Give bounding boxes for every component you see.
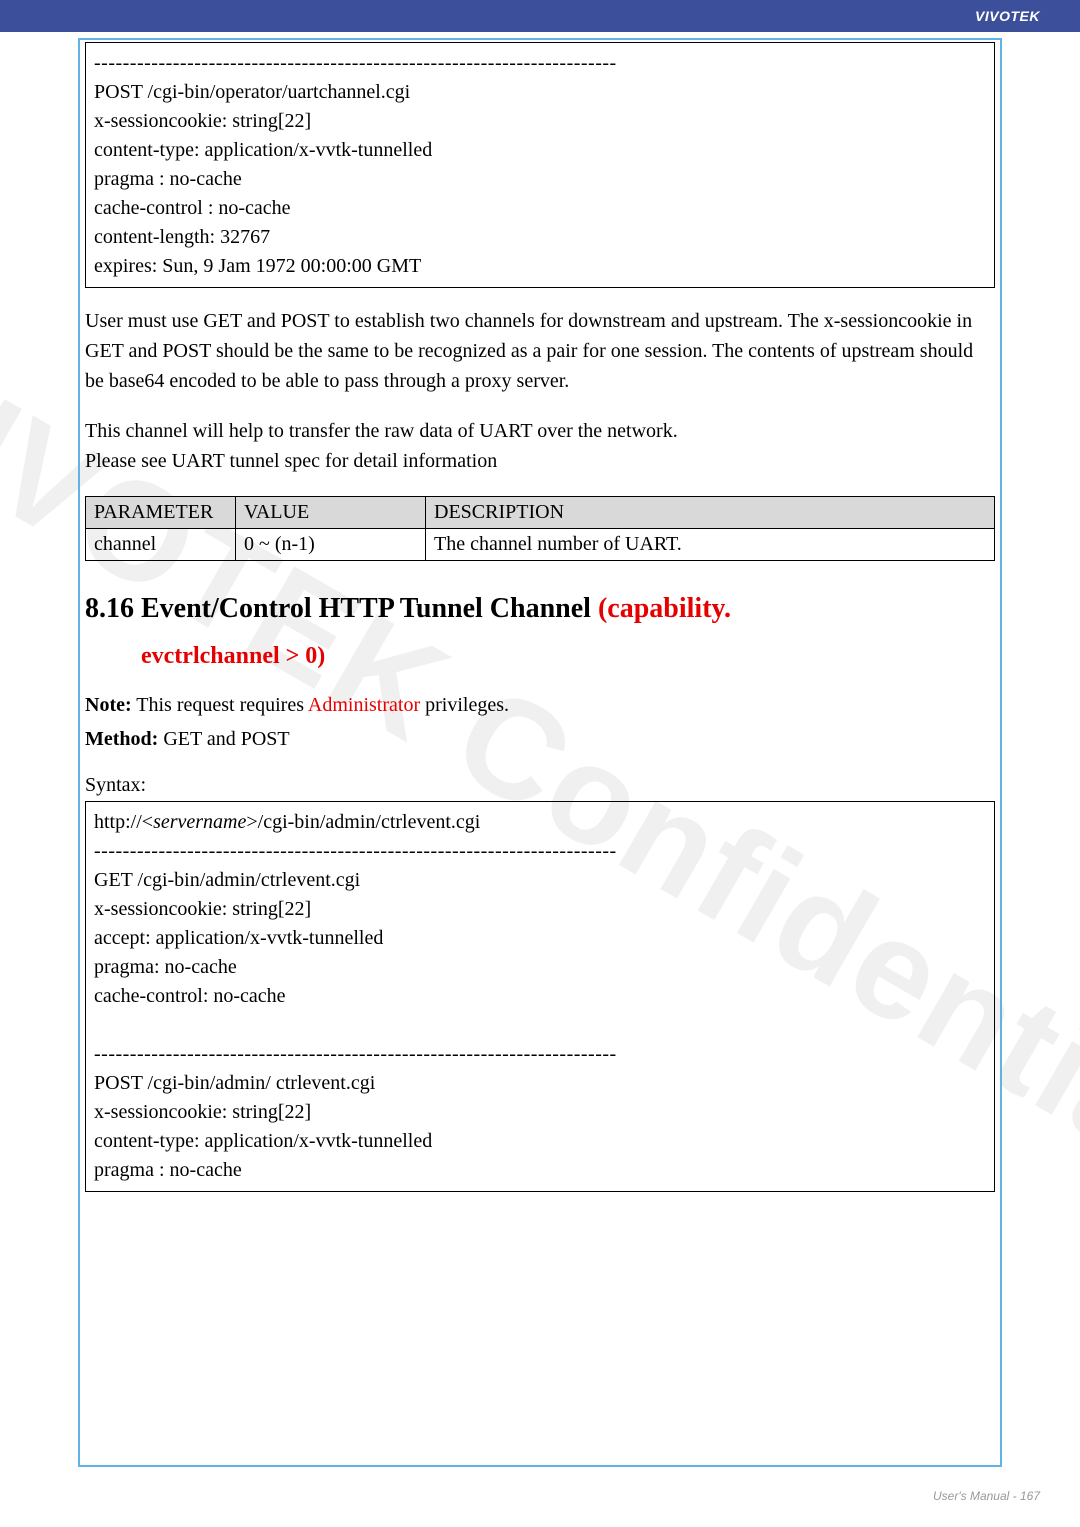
section-heading: 8.16 Event/Control HTTP Tunnel Channel (…	[85, 593, 995, 625]
separator-line: ----------------------------------------…	[94, 837, 986, 866]
syntax-label: Syntax:	[85, 774, 995, 797]
note-line: Note: This request requires Administrato…	[85, 690, 995, 720]
th-parameter: PARAMETER	[86, 497, 236, 529]
code-line-url: http://<servername>/cgi-bin/admin/ctrlev…	[94, 808, 986, 837]
section-capability-text: (capability.	[598, 593, 731, 624]
note-text: This request requires	[132, 694, 308, 716]
section-title-text: 8.16 Event/Control HTTP Tunnel Channel	[85, 593, 598, 624]
td-description: The channel number of UART.	[426, 529, 995, 561]
table-row: channel 0 ~ (n-1) The channel number of …	[86, 529, 995, 561]
td-value: 0 ~ (n-1)	[236, 529, 426, 561]
method-line: Method: GET and POST	[85, 724, 995, 754]
code-line: content-length: 32767	[94, 223, 986, 252]
page: VIVOTEK Confidential VIVOTEK -----------…	[0, 0, 1080, 1527]
code-line: expires: Sun, 9 Jam 1972 00:00:00 GMT	[94, 252, 986, 281]
paragraph-session: User must use GET and POST to establish …	[85, 306, 995, 396]
code-line: GET /cgi-bin/admin/ctrlevent.cgi	[94, 866, 986, 895]
code-line: content-type: application/x-vvtk-tunnell…	[94, 1127, 986, 1156]
code-line: pragma: no-cache	[94, 953, 986, 982]
th-description: DESCRIPTION	[426, 497, 995, 529]
code-line: POST /cgi-bin/operator/uartchannel.cgi	[94, 78, 986, 107]
note-label: Note:	[85, 694, 132, 716]
paragraph-uart-info: This channel will help to transfer the r…	[85, 416, 995, 476]
url-suffix: >/cgi-bin/admin/ctrlevent.cgi	[246, 811, 480, 833]
code-line: pragma : no-cache	[94, 165, 986, 194]
url-prefix: http://<	[94, 811, 153, 833]
code-line: pragma : no-cache	[94, 1156, 986, 1185]
url-servername: servername	[153, 811, 246, 833]
code-line: x-sessioncookie: string[22]	[94, 895, 986, 924]
code-line: content-type: application/x-vvtk-tunnell…	[94, 136, 986, 165]
note-text-end: privileges.	[420, 694, 509, 716]
code-line: POST /cgi-bin/admin/ ctrlevent.cgi	[94, 1069, 986, 1098]
section-subheading: evctrlchannel > 0)	[141, 643, 995, 670]
blank-line	[94, 1011, 986, 1040]
content-area: ----------------------------------------…	[0, 32, 1080, 1192]
table-header-row: PARAMETER VALUE DESCRIPTION	[86, 497, 995, 529]
method-label: Method:	[85, 728, 158, 750]
code-line: x-sessioncookie: string[22]	[94, 107, 986, 136]
code-line: cache-control: no-cache	[94, 982, 986, 1011]
para-line: This channel will help to transfer the r…	[85, 420, 678, 442]
note-administrator: Administrator	[308, 694, 420, 716]
footer-page-number: User's Manual - 167	[933, 1489, 1040, 1503]
code-line: accept: application/x-vvtk-tunnelled	[94, 924, 986, 953]
method-text: GET and POST	[158, 728, 289, 750]
para-line: Please see UART tunnel spec for detail i…	[85, 450, 497, 472]
code-line: x-sessioncookie: string[22]	[94, 1098, 986, 1127]
separator-line: ----------------------------------------…	[94, 49, 986, 78]
th-value: VALUE	[236, 497, 426, 529]
separator-line: ----------------------------------------…	[94, 1040, 986, 1069]
code-block-ctrlevent: http://<servername>/cgi-bin/admin/ctrlev…	[85, 801, 995, 1192]
brand-label: VIVOTEK	[975, 8, 1040, 24]
header-band: VIVOTEK	[0, 0, 1080, 32]
code-line: cache-control : no-cache	[94, 194, 986, 223]
td-parameter: channel	[86, 529, 236, 561]
code-block-post-uart: ----------------------------------------…	[85, 42, 995, 288]
parameter-table: PARAMETER VALUE DESCRIPTION channel 0 ~ …	[85, 496, 995, 561]
